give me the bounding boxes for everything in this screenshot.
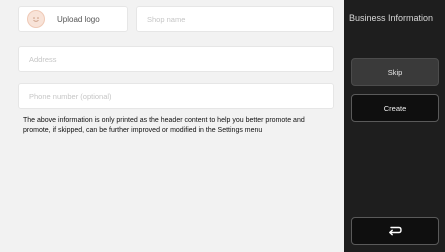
sidebar-title: Business Information bbox=[349, 13, 434, 23]
skip-button[interactable]: Skip bbox=[351, 58, 439, 86]
skip-button-label: Skip bbox=[387, 67, 403, 77]
info-text: The above information is only printed as… bbox=[23, 117, 305, 134]
back-button[interactable] bbox=[351, 217, 439, 245]
address-field[interactable] bbox=[18, 46, 334, 72]
upload-logo-button[interactable]: Upload logo bbox=[18, 6, 128, 32]
address-input[interactable] bbox=[19, 54, 333, 64]
upload-logo-label: Upload logo bbox=[57, 14, 100, 24]
create-button-label: Create bbox=[383, 103, 407, 113]
smiley-face-icon bbox=[27, 10, 45, 28]
shop-name-input[interactable] bbox=[137, 14, 333, 24]
form-panel: Upload logo The above information is onl… bbox=[0, 0, 344, 252]
sidebar: Business Information Skip Create bbox=[344, 0, 445, 252]
phone-number-field[interactable] bbox=[18, 83, 334, 109]
create-button[interactable]: Create bbox=[351, 94, 439, 122]
phone-number-input[interactable] bbox=[19, 91, 333, 101]
return-arrow-icon bbox=[387, 225, 403, 237]
shop-name-field[interactable] bbox=[136, 6, 334, 32]
